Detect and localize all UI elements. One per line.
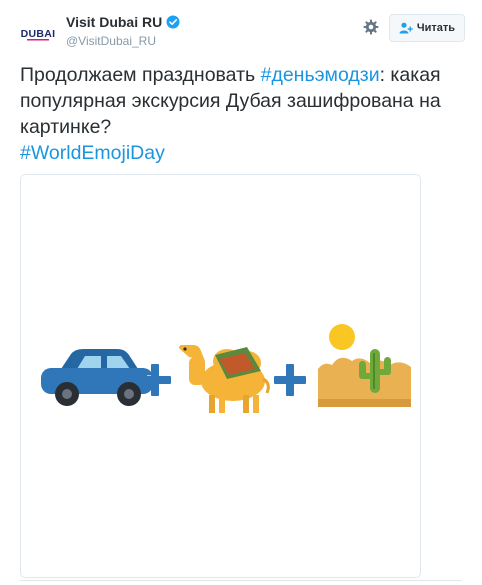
media-image[interactable] <box>20 174 421 578</box>
tweet-text-part: Продолжаем праздновать <box>20 64 261 86</box>
account-name[interactable]: Visit Dubai RU <box>66 14 162 30</box>
camel-emoji <box>179 345 270 413</box>
divider <box>20 580 462 581</box>
follow-label: Читать <box>416 22 456 34</box>
account-names: Visit Dubai RU @VisitDubai_RU <box>66 14 180 48</box>
follow-button[interactable]: Читать <box>389 14 465 42</box>
gear-icon[interactable] <box>362 18 380 36</box>
avatar[interactable]: DUBAI <box>20 15 56 51</box>
desert-emoji <box>318 324 411 407</box>
verified-badge-icon <box>166 15 180 29</box>
tweet-text: Продолжаем праздновать #деньэмодзи: кака… <box>20 62 460 166</box>
hashtag-link[interactable]: #WorldEmojiDay <box>20 142 165 164</box>
account-handle[interactable]: @VisitDubai_RU <box>66 34 180 48</box>
add-user-icon <box>399 22 413 34</box>
car-emoji <box>41 349 153 406</box>
dubai-logo: DUBAI <box>20 15 56 51</box>
avatar-logo-text: DUBAI <box>21 28 56 40</box>
plus-icon <box>274 364 306 396</box>
hashtag-link[interactable]: #деньэмодзи <box>261 64 380 86</box>
